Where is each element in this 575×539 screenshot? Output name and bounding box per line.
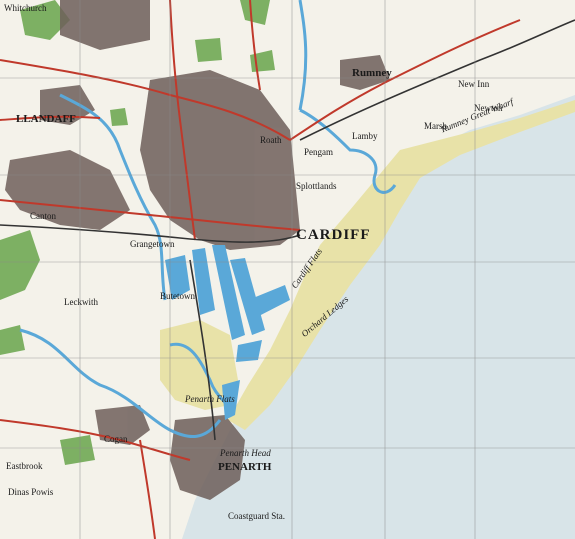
label-pengam: Pengam [304, 147, 333, 157]
label-leckwith: Leckwith [64, 297, 98, 307]
label-newton: Newton [474, 103, 503, 113]
label-whitchurch: Whitchurch [4, 3, 47, 13]
label-rumney: Rumney [352, 67, 392, 79]
label-cogan: Cogan [104, 434, 128, 444]
label-eastbrook: Eastbrook [6, 461, 43, 471]
label-butetown: Butetown [160, 291, 195, 301]
label-penarth: PENARTH [218, 461, 272, 473]
label-penarth-flats: Penarth Flats [185, 394, 235, 404]
label-marsh: Marsh [424, 121, 447, 131]
label-new-inn: New Inn [458, 79, 490, 89]
label-splottlands: Splottlands [296, 181, 337, 191]
label-llandaff: LLANDAFF [16, 113, 76, 125]
label-dinas-powis: Dinas Powis [8, 487, 54, 497]
label-roath: Roath [260, 135, 282, 145]
label-coastguard-station: Coastguard Sta. [228, 511, 285, 521]
label-lamby: Lamby [352, 131, 378, 141]
label-penarth-head: Penarth Head [220, 448, 271, 458]
topographic-map[interactable]: CARDIFF PENARTH Penarth Head Penarth Fla… [0, 0, 575, 539]
label-canton: Canton [30, 211, 56, 221]
label-cardiff: CARDIFF [296, 227, 371, 243]
label-grangetown: Grangetown [130, 239, 175, 249]
